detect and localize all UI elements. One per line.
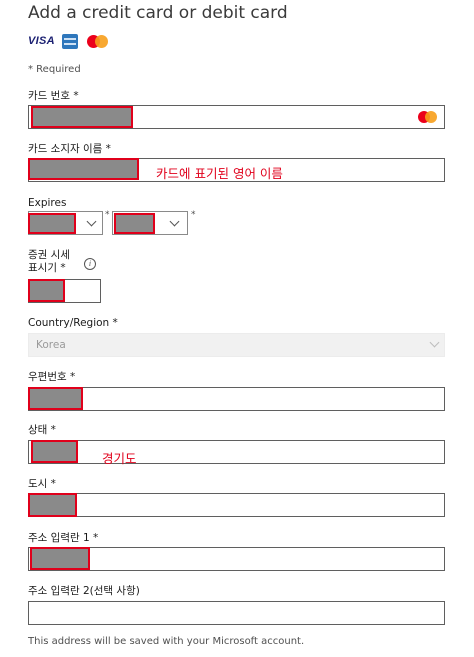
mastercard-icon bbox=[87, 35, 109, 48]
expiry-month-select[interactable] bbox=[28, 211, 103, 235]
page-title: Add a credit card or debit card bbox=[28, 3, 288, 23]
state-label: 상태 * bbox=[28, 424, 56, 436]
redacted-postal-code bbox=[28, 387, 83, 410]
state-hint: 경기도 bbox=[102, 451, 137, 466]
address1-input[interactable] bbox=[28, 547, 445, 571]
required-note: * Required bbox=[28, 64, 81, 75]
info-icon[interactable]: i bbox=[84, 258, 96, 270]
expiry-year-select[interactable] bbox=[112, 211, 188, 235]
country-label: Country/Region * bbox=[28, 317, 118, 329]
card-number-input[interactable] bbox=[28, 105, 445, 129]
expires-year-required-star: * bbox=[191, 210, 196, 220]
expires-required-star: * bbox=[105, 210, 110, 220]
country-select: Korea bbox=[28, 333, 445, 357]
cvv-label-line1: 증권 시세 bbox=[28, 249, 70, 261]
redacted-expiry-year bbox=[114, 213, 155, 234]
cvv-input[interactable] bbox=[28, 279, 101, 303]
redacted-expiry-month bbox=[28, 213, 76, 234]
redacted-cardholder-name bbox=[28, 158, 139, 180]
cvv-label-line2: 표시기 * bbox=[28, 262, 66, 274]
redacted-city bbox=[28, 493, 77, 517]
chevron-down-icon bbox=[429, 337, 440, 348]
card-number-label: 카드 번호 * bbox=[28, 90, 79, 102]
redacted-address1 bbox=[30, 547, 90, 570]
amex-card-icon bbox=[62, 34, 78, 49]
country-value: Korea bbox=[36, 339, 66, 351]
cardholder-name-input[interactable]: 카드에 표기된 영어 이름 bbox=[28, 158, 445, 182]
cardholder-name-label: 카드 소지자 이름 * bbox=[28, 143, 111, 155]
address1-label: 주소 입력란 1 * bbox=[28, 532, 99, 544]
cardholder-name-hint: 카드에 표기된 영어 이름 bbox=[156, 166, 283, 181]
redacted-card-number bbox=[31, 106, 133, 128]
mastercard-field-icon bbox=[418, 111, 438, 123]
visa-icon: VISA bbox=[28, 35, 55, 47]
postal-code-input[interactable] bbox=[28, 387, 445, 411]
expires-label: Expires bbox=[28, 197, 67, 209]
postal-code-label: 우편번호 * bbox=[28, 371, 76, 383]
state-input[interactable]: 경기도 bbox=[28, 440, 445, 466]
redacted-cvv bbox=[28, 279, 65, 302]
city-input[interactable] bbox=[28, 493, 445, 517]
chevron-down-icon bbox=[169, 216, 180, 227]
redacted-state bbox=[31, 440, 78, 463]
footer-note: This address will be saved with your Mic… bbox=[28, 636, 305, 647]
city-label: 도시 * bbox=[28, 478, 56, 490]
address2-input[interactable] bbox=[28, 601, 445, 625]
chevron-down-icon bbox=[86, 216, 97, 227]
address2-label: 주소 입력란 2(선택 사항) bbox=[28, 585, 140, 597]
